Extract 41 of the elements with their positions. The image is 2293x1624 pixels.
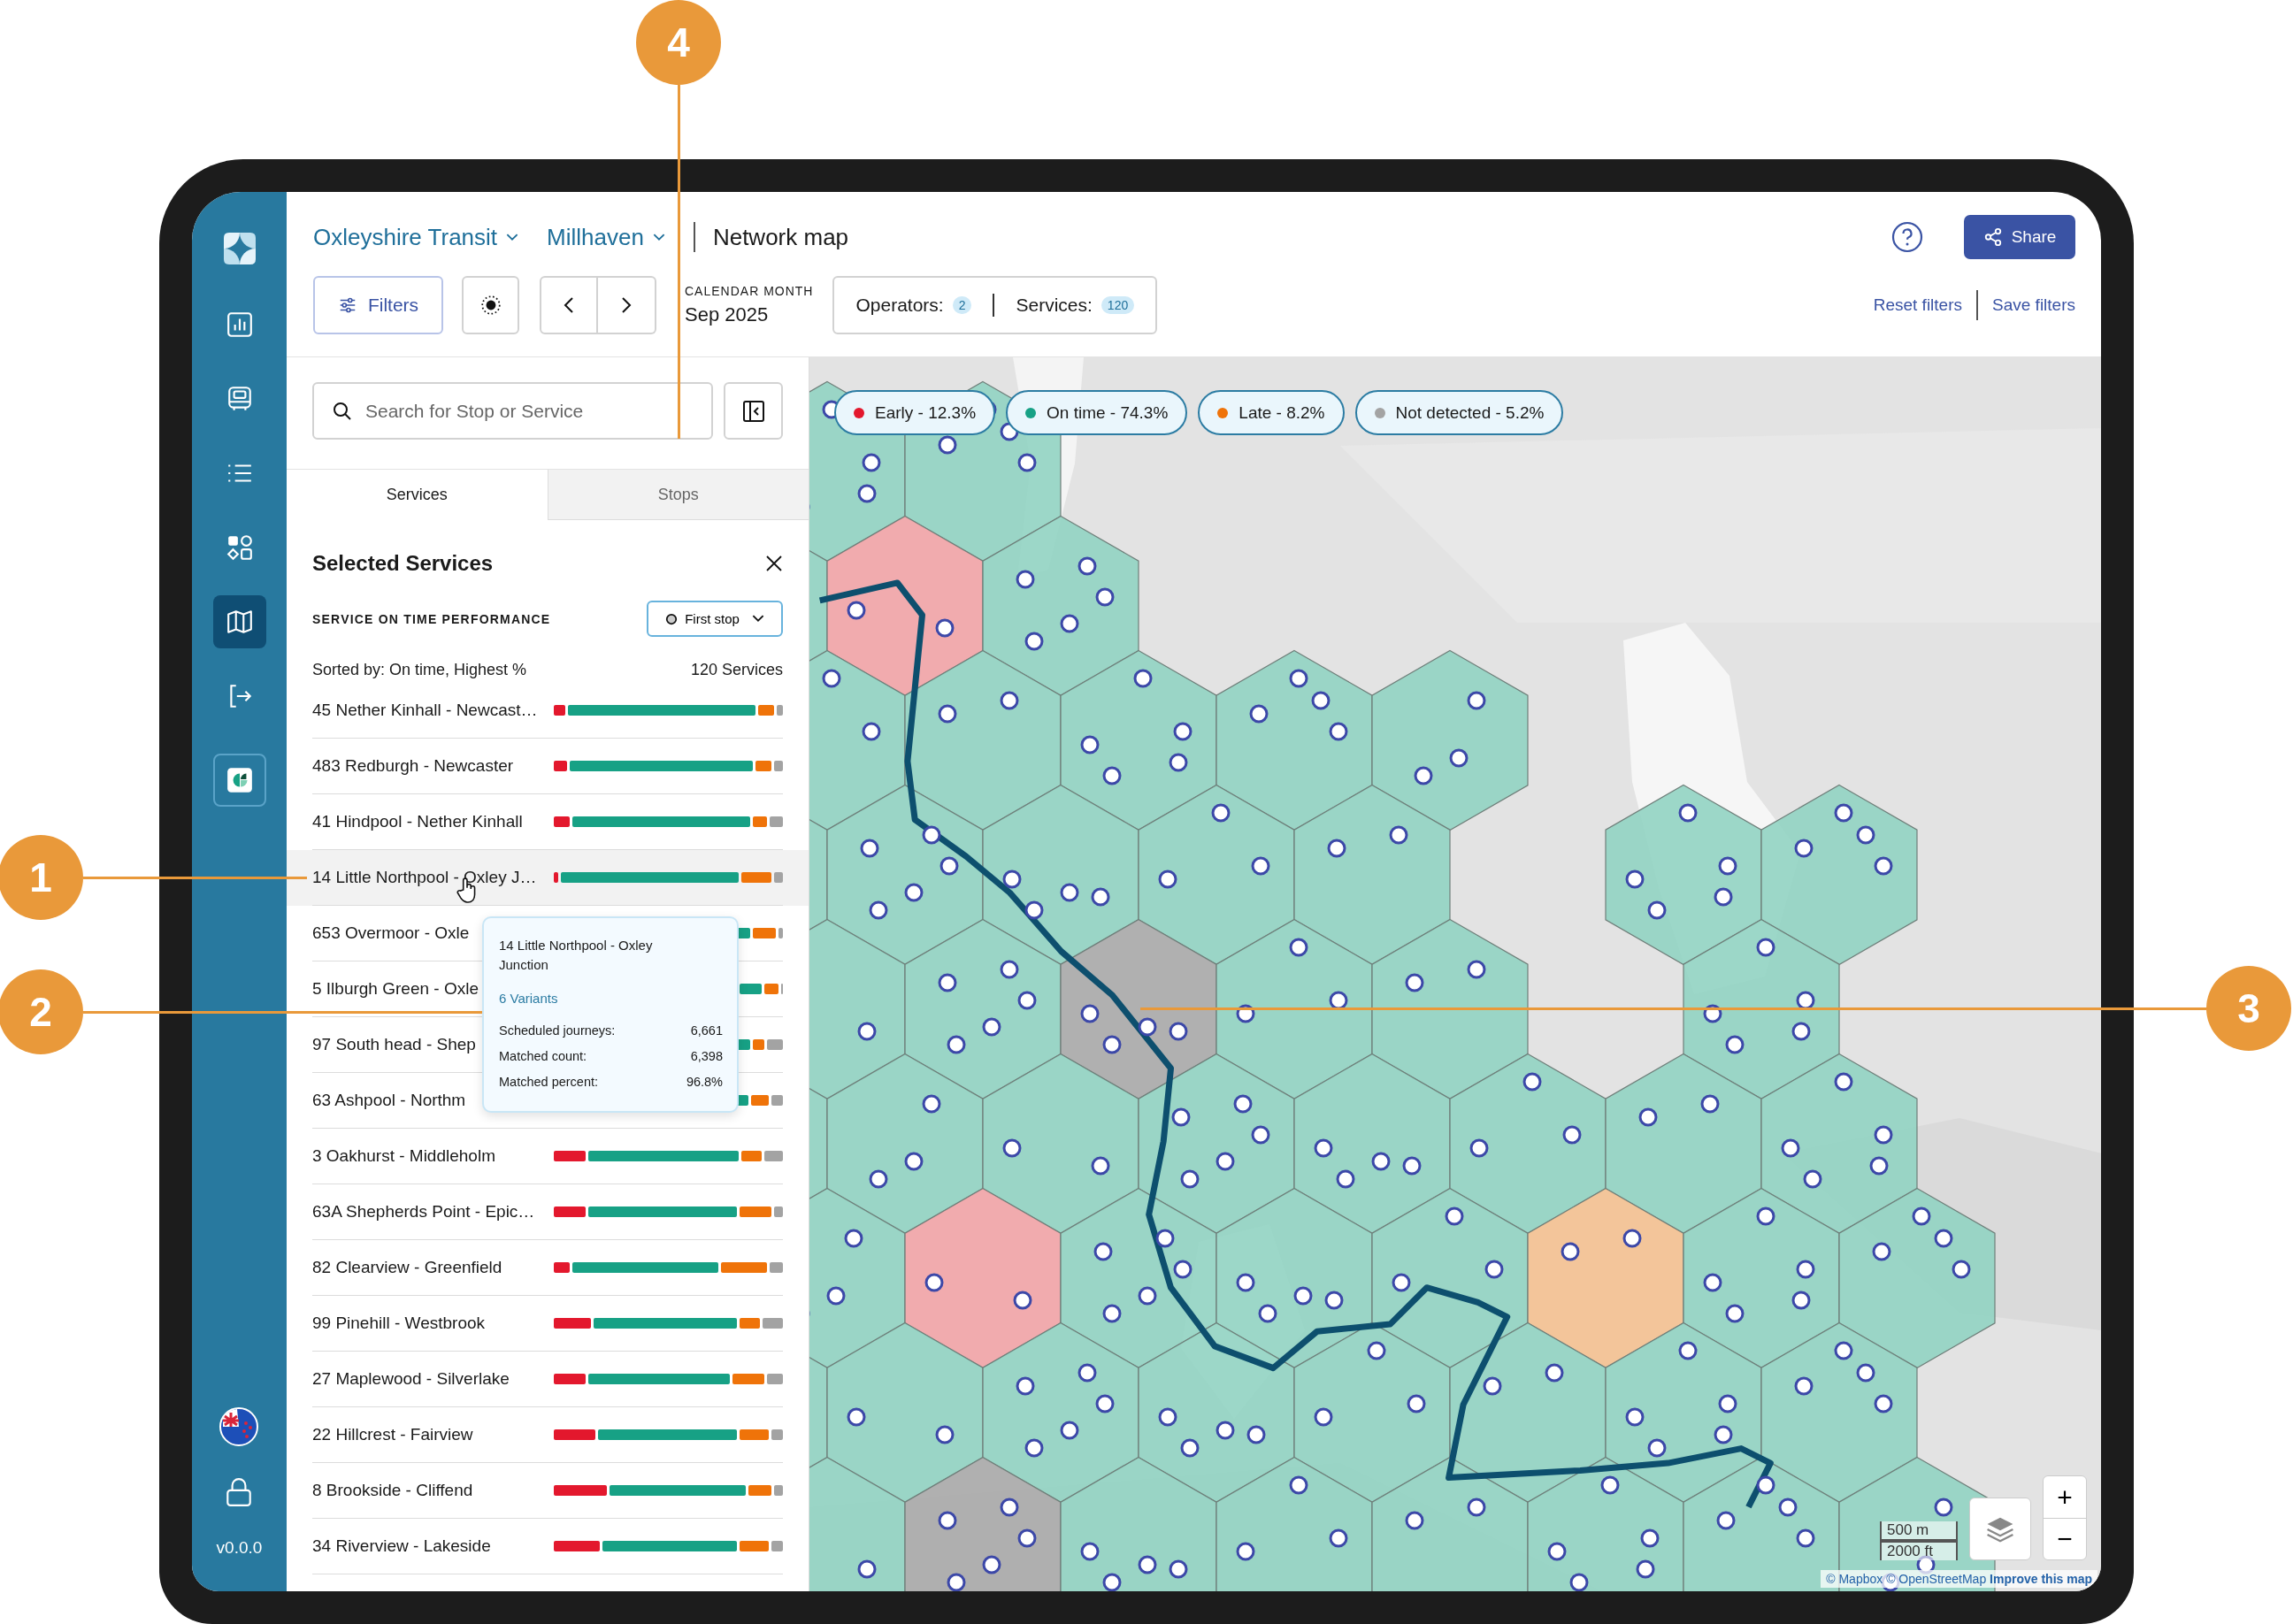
services-count: 120 Services	[690, 660, 783, 679]
service-name: 483 Redburgh - Newcaster	[312, 756, 515, 776]
stat-value: 96.8%	[686, 1075, 723, 1089]
service-name: 45 Nether Kinhall - Newcast…	[312, 701, 539, 720]
stat-label: Matched percent:	[499, 1075, 599, 1089]
scale-label: 2000 ft	[1880, 1541, 1958, 1560]
service-name: 22 Hillcrest - Fairview	[312, 1425, 474, 1444]
service-name: 41 Hindpool - Nether Kinhall	[312, 812, 524, 831]
callout-number: 3	[2206, 966, 2291, 1051]
version-label: v0.0.0	[216, 1538, 263, 1558]
service-name: 3 Oakhurst - Middleholm	[312, 1146, 496, 1166]
count-badge: 2	[952, 296, 972, 314]
service-name: 14 Little Northpool - Oxley J…	[312, 868, 538, 887]
service-name: 34 Riverview - Lakeside	[312, 1536, 492, 1556]
service-name: 99 Pinehill - Westbrook	[312, 1314, 487, 1333]
callout-number: 1	[0, 835, 83, 920]
count-badge: 120	[1100, 296, 1135, 314]
stat-label: Scheduled journeys:	[499, 1023, 616, 1038]
service-name: 97 South head - Shep	[312, 1035, 477, 1054]
scale-label: 500 m	[1880, 1521, 1958, 1541]
stat-value: 6,398	[690, 1049, 723, 1063]
period-caption: CALENDAR MONTH	[685, 284, 814, 298]
service-name: 63A Shepherds Point - Epic…	[312, 1202, 536, 1222]
map-attribution: © Mapbox © OpenStreetMap Improve this map	[1821, 1570, 2097, 1588]
count-label: Services:	[1016, 295, 1093, 316]
sort-label: Sorted by: On time, Highest %	[312, 660, 527, 679]
period-value: Sep 2025	[685, 303, 770, 326]
stat-label: Matched count:	[499, 1049, 587, 1063]
stat-value: 6,661	[690, 1023, 723, 1038]
callout-number: 4	[636, 0, 721, 85]
panel-heading: Selected Services	[312, 551, 494, 576]
service-name: 8 Brookside - Cliffend	[312, 1481, 474, 1500]
page-title: Network map	[712, 223, 849, 251]
section-title: SERVICE ON TIME PERFORMANCE	[312, 611, 551, 626]
service-name: 63 Ashpool - Northm	[312, 1091, 467, 1110]
service-name: 653 Overmoor - Oxle	[312, 923, 471, 943]
tooltip-title: 14 Little Northpool - Oxley Junction	[499, 937, 654, 974]
count-label: Operators:	[855, 295, 944, 316]
service-name: 27 Maplewood - Silverlake	[312, 1369, 510, 1389]
service-name: 82 Clearview - Greenfield	[312, 1258, 503, 1277]
callout-number: 2	[0, 969, 83, 1054]
